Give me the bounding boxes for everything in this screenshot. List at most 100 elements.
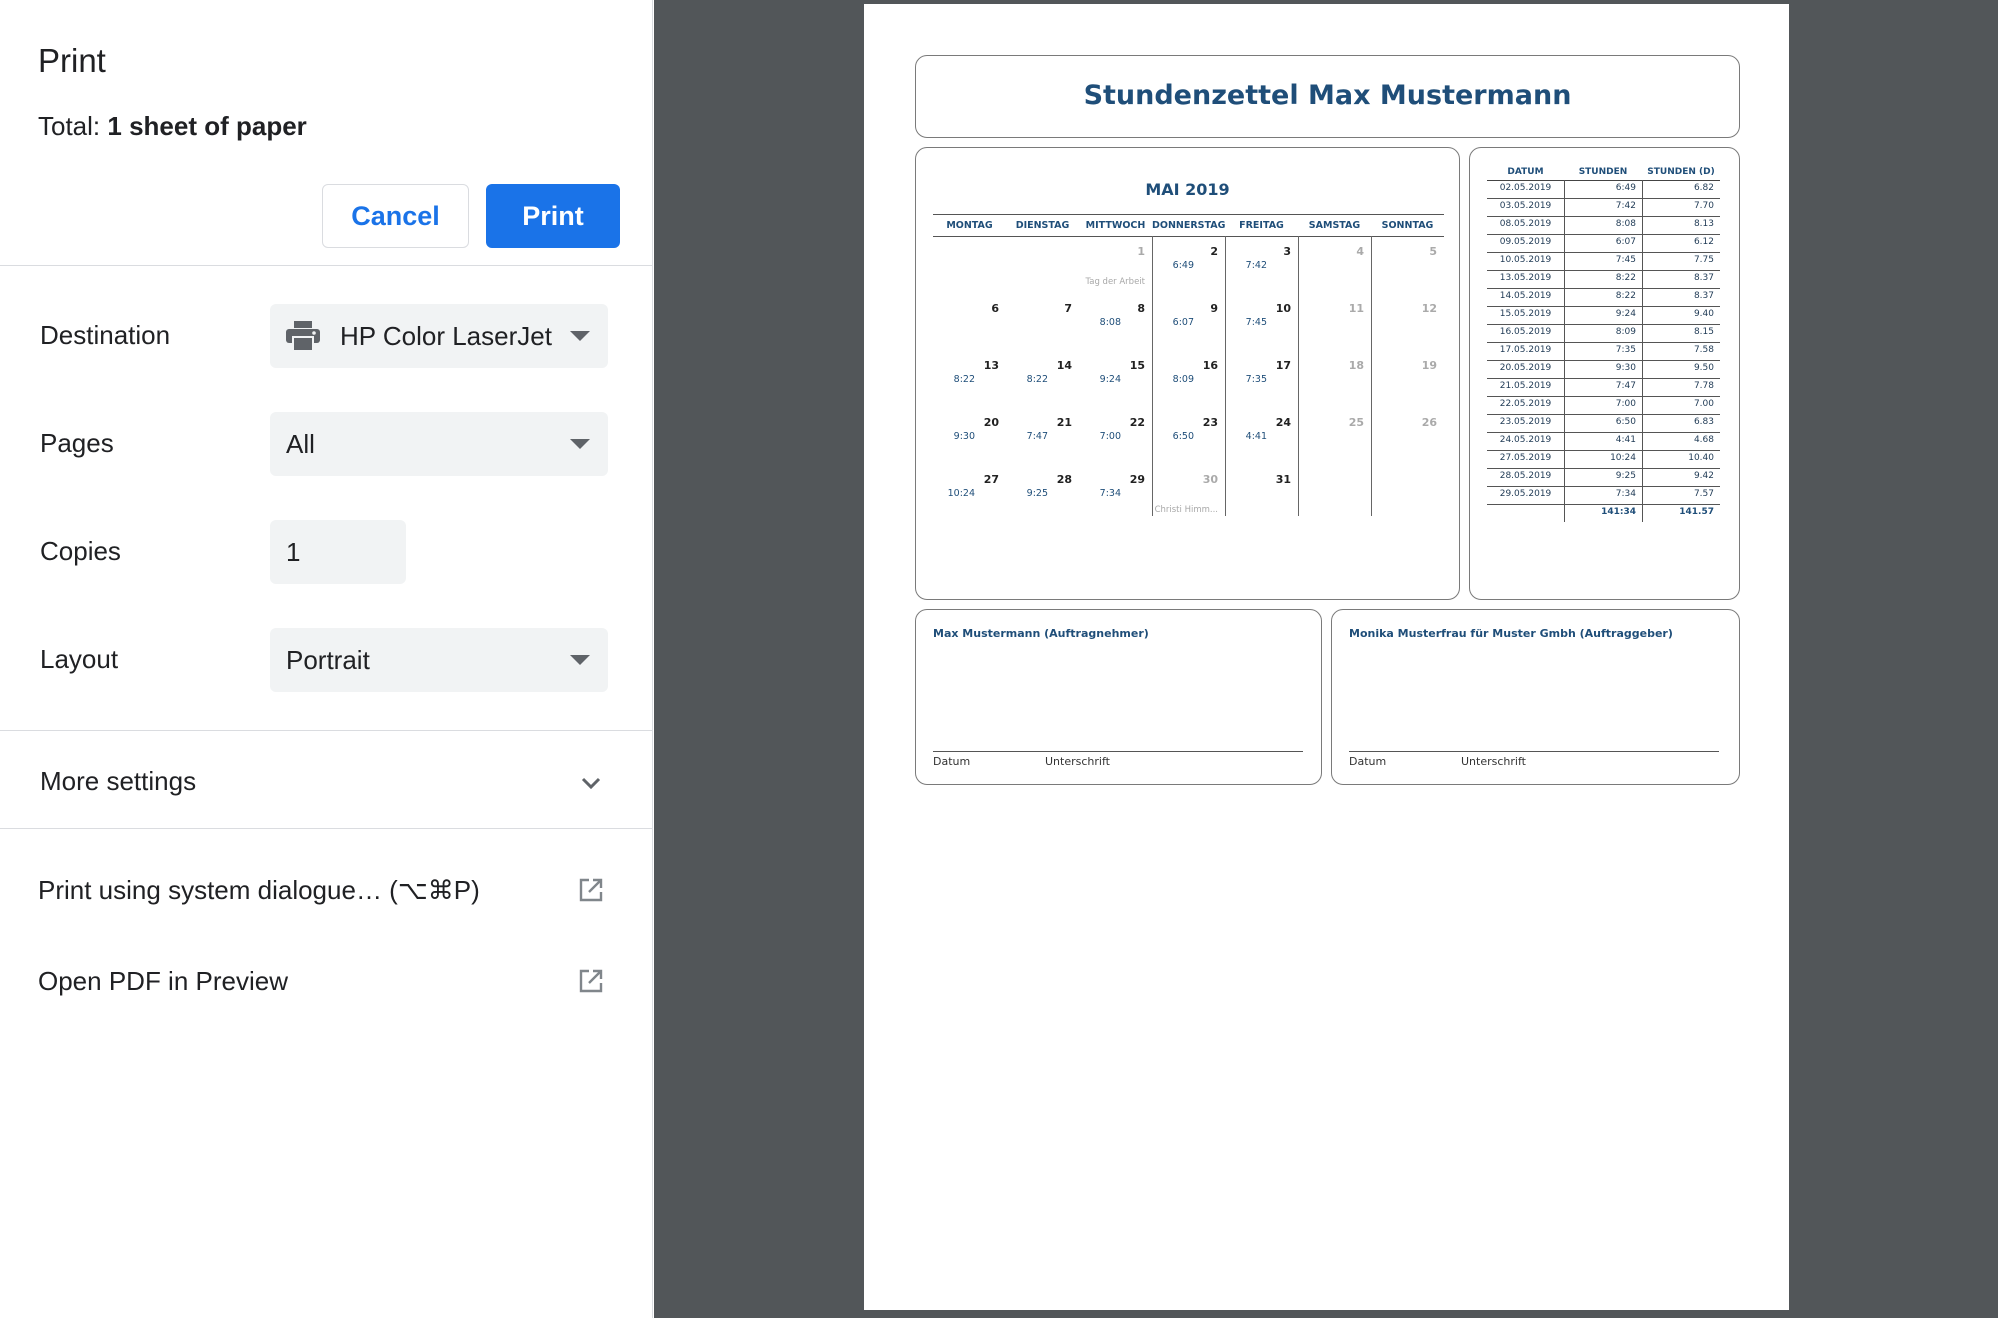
table-cell-hours: 6:49 [1615,183,1636,193]
table-cell-decimal: 9.40 [1693,309,1714,319]
table-cell-date: 10.05.2019 [1499,255,1552,265]
table-cell-hours: 7:47 [1615,381,1636,391]
table-cell-decimal: 10.40 [1688,453,1714,463]
table-row-line [1487,450,1720,451]
copies-input[interactable]: 1 [270,520,406,584]
table-cell-decimal: 8.15 [1693,327,1714,337]
calendar-day-hours: 8:08 [1099,317,1121,328]
calendar-day-number: 27 [983,473,999,486]
table-row-line [1487,486,1720,487]
divider [0,730,653,731]
calendar-day-number: 2 [1210,245,1218,258]
calendar-day-number: 31 [1275,473,1291,486]
table-row-line [1487,270,1720,271]
calendar-day-hours: 10:24 [947,488,975,499]
calendar-day-number: 21 [1056,416,1072,429]
table-row-line [1487,378,1720,379]
table-row-line [1487,432,1720,433]
document-title-box: Stundenzettel Max Mustermann [915,55,1740,138]
dropdown-arrow-icon [570,439,590,449]
print-button[interactable]: Print [486,184,620,248]
table-cell-hours: 6:07 [1615,237,1636,247]
pages-select[interactable]: All [270,412,608,476]
open-external-icon[interactable] [578,877,604,903]
calendar-day-hours: 6:49 [1172,260,1194,271]
dropdown-arrow-icon [570,331,590,341]
table-cell-hours: 4:41 [1615,435,1636,445]
calendar-day-hours: 7:42 [1245,260,1267,271]
open-external-icon[interactable] [578,968,604,994]
calendar-day-number: 7 [1064,302,1072,315]
divider [0,265,653,266]
calendar-day-number: 24 [1275,416,1291,429]
table-row-line [1487,414,1720,415]
table-total-decimal: 141.57 [1679,507,1714,517]
calendar-box: MAI 2019 MONTAG DIENSTAG MITTWOCH DONNERSTA… [915,147,1460,600]
calendar-column-divider [1371,236,1372,516]
table-cell-date: 28.05.2019 [1499,471,1552,481]
signature-title: Max Mustermann (Auftragnehmer) [933,627,1149,640]
destination-select[interactable]: HP Color LaserJet [270,304,608,368]
cancel-button[interactable]: Cancel [322,184,469,248]
table-cell-decimal: 7.75 [1693,255,1714,265]
table-cell-date: 23.05.2019 [1499,417,1552,427]
calendar-day-hours: 7:00 [1099,431,1121,442]
table-cell-decimal: 7.00 [1693,399,1714,409]
table-row-line [1487,252,1720,253]
calendar-day-number: 15 [1129,359,1145,372]
calendar-day-number: 17 [1275,359,1291,372]
more-settings-toggle[interactable]: More settings [40,766,196,797]
table-cell-hours: 8:22 [1615,273,1636,283]
calendar-day-hours: 4:41 [1245,431,1267,442]
table-cell-hours: 6:50 [1615,417,1636,427]
open-pdf-preview-link[interactable]: Open PDF in Preview [38,966,288,997]
signature-title: Monika Musterfrau für Muster Gmbh (Auftr… [1349,627,1673,640]
calendar-day-number: 3 [1283,245,1291,258]
table-row-line [1487,342,1720,343]
dropdown-arrow-icon [570,655,590,665]
calendar-day-hours: 9:24 [1099,374,1121,385]
table-cell-hours: 9:30 [1615,363,1636,373]
signature-label: Unterschrift [1461,755,1526,768]
table-cell-hours: 7:42 [1615,201,1636,211]
table-cell-decimal: 9.42 [1693,471,1714,481]
table-row-line [1487,306,1720,307]
layout-select[interactable]: Portrait [270,628,608,692]
calendar-day-number: 19 [1421,359,1437,372]
table-cell-hours: 7:45 [1615,255,1636,265]
table-cell-date: 20.05.2019 [1499,363,1552,373]
calendar-day-hours: 8:22 [1026,374,1048,385]
table-cell-decimal: 6.83 [1693,417,1714,427]
calendar-day-number: 6 [991,302,999,315]
calendar-day-hours: 7:45 [1245,317,1267,328]
destination-value: HP Color LaserJet [340,320,552,351]
system-dialog-link[interactable]: Print using system dialogue… (⌥⌘P) [38,875,480,906]
table-row-line [1487,216,1720,217]
printer-icon [286,321,320,352]
calendar-day-number: 22 [1129,416,1145,429]
calendar-day-number: 10 [1275,302,1291,315]
table-cell-hours: 9:24 [1615,309,1636,319]
weekday-header: DIENSTAG [1015,220,1070,231]
chevron-down-icon[interactable] [578,770,604,796]
weekday-header: DONNERSTAG [1152,220,1226,231]
table-cell-date: 08.05.2019 [1499,219,1552,229]
calendar-column-divider [1298,236,1299,516]
table-row-line [1487,198,1720,199]
table-cell-date: 09.05.2019 [1499,237,1552,247]
calendar-day-number: 25 [1348,416,1364,429]
dialog-title: Print [38,42,106,79]
signature-line [933,751,1303,752]
weekday-header: MITTWOCH [1085,220,1146,231]
table-cell-date: 02.05.2019 [1499,183,1552,193]
table-header-stunden-dezimal: STUNDEN (D) [1647,167,1715,177]
table-cell-decimal: 9.50 [1693,363,1714,373]
calendar-day-hours: 9:30 [953,431,975,442]
table-header-line [1487,180,1720,181]
table-cell-decimal: 8.37 [1693,273,1714,283]
table-cell-date: 15.05.2019 [1499,309,1552,319]
calendar-day-hours: 8:22 [953,374,975,385]
weekday-header: SAMSTAG [1308,220,1361,231]
table-cell-date: 27.05.2019 [1499,453,1552,463]
calendar-day-number: 1 [1137,245,1145,258]
